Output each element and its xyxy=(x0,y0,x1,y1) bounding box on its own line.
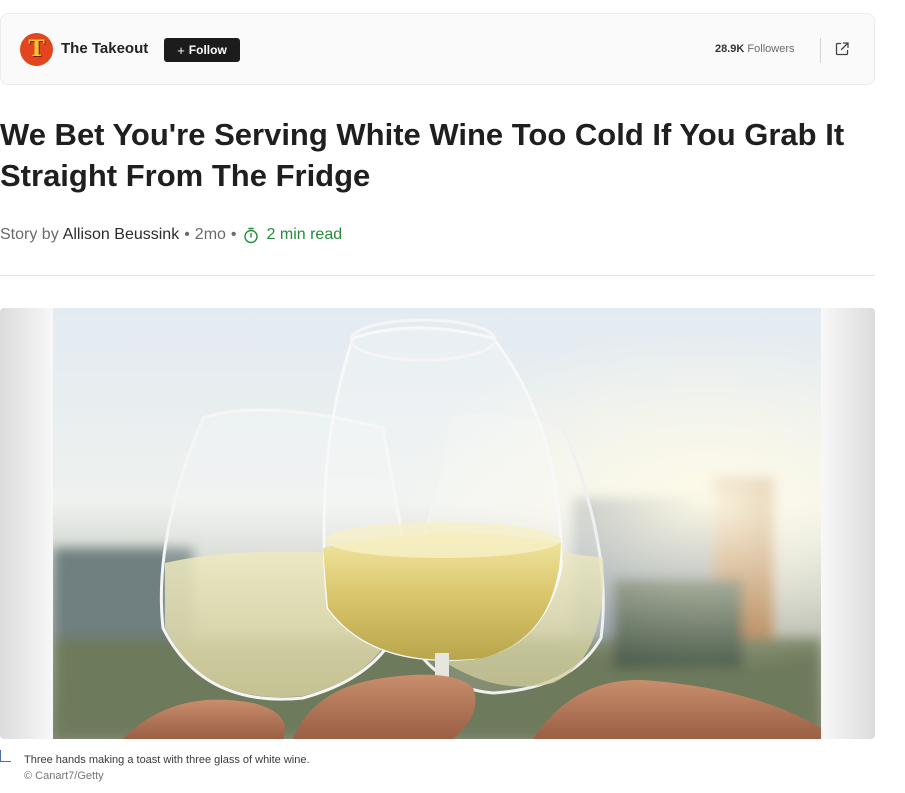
article-headline: We Bet You're Serving White Wine Too Col… xyxy=(0,117,845,193)
caption-marker xyxy=(0,750,11,762)
hero-image-frame xyxy=(0,308,875,739)
byline-separator: • xyxy=(230,226,237,243)
byline: Story by Allison Beussink • 2mo • 2 min … xyxy=(0,226,342,244)
follow-button-label: Follow xyxy=(188,43,227,57)
followers-number: 28.9K xyxy=(715,43,745,55)
stopwatch-icon xyxy=(243,227,258,244)
plus-icon: + xyxy=(177,42,185,58)
read-time-label: 2 min read xyxy=(266,226,343,243)
follow-button[interactable]: + Follow xyxy=(164,38,240,62)
author-name[interactable]: Allison Beussink xyxy=(63,226,180,244)
publisher-name[interactable]: The Takeout xyxy=(61,40,148,57)
header-divider xyxy=(0,275,875,276)
followers-label: Followers xyxy=(747,43,795,55)
share-external-icon[interactable] xyxy=(834,41,850,57)
read-time: 2 min read xyxy=(242,226,343,244)
followers-count: 28.9K Followers xyxy=(715,43,795,55)
publisher-logo-letter: T xyxy=(28,36,45,62)
article-age: 2mo xyxy=(194,226,226,243)
image-credit: © Canart7/Getty xyxy=(24,770,104,782)
divider-vertical xyxy=(820,38,821,63)
image-caption: Three hands making a toast with three gl… xyxy=(24,754,310,766)
publisher-logo[interactable]: T xyxy=(20,33,53,66)
publisher-bar: T The Takeout + Follow 28.9K Followers xyxy=(0,13,875,85)
byline-separator: • xyxy=(184,226,190,243)
hero-image[interactable] xyxy=(53,308,821,739)
byline-prefix: Story by xyxy=(0,226,59,243)
article-page: T The Takeout + Follow 28.9K Followers W… xyxy=(0,0,905,793)
